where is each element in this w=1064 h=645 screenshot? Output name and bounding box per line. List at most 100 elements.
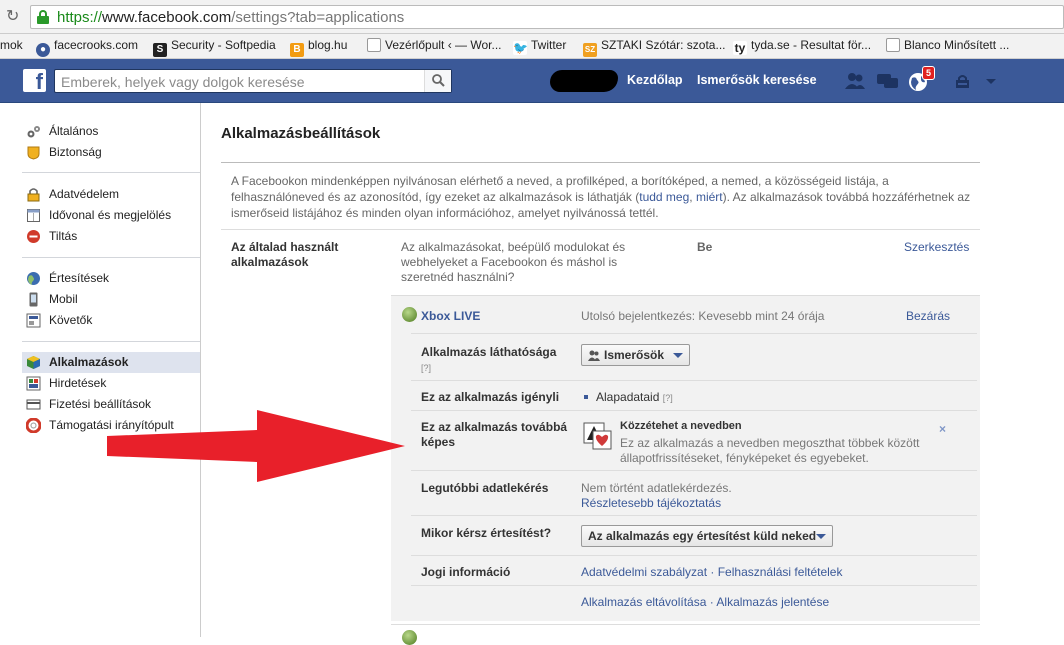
legal-label: Jogi információ <box>421 565 511 579</box>
sztaki-icon: SZ <box>583 43 597 57</box>
bookmark-label: Blanco Minősített ... <box>904 38 1010 52</box>
app-name[interactable]: Xbox LIVE <box>421 309 480 323</box>
address-bar[interactable]: https://www.facebook.com/settings?tab=ap… <box>30 5 1064 29</box>
home-link[interactable]: Kezdőlap <box>627 73 683 87</box>
edit-link[interactable]: Szerkesztés <box>904 240 969 254</box>
title-divider <box>221 162 980 163</box>
softpedia-icon: S <box>153 43 167 57</box>
search-button[interactable] <box>424 70 451 92</box>
more-info-link[interactable]: Részletesebb tájékoztatás <box>581 496 721 510</box>
bookmark-item[interactable]: ● facecrooks.com <box>36 38 138 57</box>
sidebar-divider <box>22 341 200 342</box>
sidebar-item-timeline[interactable]: Idővonal és megjelölés <box>22 205 200 226</box>
browser-toolbar: ↻ https://www.facebook.com/settings?tab=… <box>0 0 1064 34</box>
page-icon <box>886 38 900 52</box>
next-app-row[interactable] <box>391 624 980 637</box>
search-icon <box>432 74 445 87</box>
intro-separator: , <box>689 190 696 204</box>
badge-icon <box>27 146 40 160</box>
sidebar-item-label: Követők <box>49 313 93 327</box>
sidebar-divider <box>22 172 200 173</box>
intro-text: A Facebookon mindenképpen nyilvánosan el… <box>231 173 971 221</box>
sidebar-item-label: Hirdetések <box>49 376 107 390</box>
search-input[interactable]: Emberek, helyek vagy dolgok keresése <box>54 69 452 93</box>
panel-divider <box>411 380 977 381</box>
visibility-label-text: Alkalmazás láthatósága <box>421 345 557 359</box>
redacted-profile-name[interactable] <box>550 70 618 92</box>
find-friends-link[interactable]: Ismerősök keresése <box>697 73 817 87</box>
twitter-icon: 🐦 <box>513 41 528 55</box>
bookmark-item[interactable]: S Security - Softpedia <box>153 38 276 57</box>
facebook-logo[interactable]: f <box>23 69 46 92</box>
permission-title: Közzétehet a nevedben <box>620 420 742 432</box>
also-can-label: Ez az alkalmazás továbbá képes <box>421 420 568 449</box>
friend-requests-icon[interactable] <box>844 72 866 90</box>
reload-icon[interactable]: ↻ <box>6 6 19 26</box>
apps-icon <box>27 356 40 369</box>
sidebar-item-label: Biztonság <box>49 145 102 159</box>
red-arrow-shape <box>107 410 405 482</box>
legal-links[interactable]: Adatvédelmi szabályzat · Felhasználási f… <box>581 565 842 579</box>
lock-icon <box>27 188 40 202</box>
panel-divider <box>411 333 977 334</box>
bookmark-item[interactable]: ty tyda.se - Resultat för... <box>733 38 871 55</box>
rss-icon <box>26 313 41 328</box>
account-menu-caret-icon[interactable] <box>985 78 997 86</box>
ads-icon <box>26 376 41 391</box>
sidebar-item-apps[interactable]: Alkalmazások <box>22 352 200 373</box>
panel-divider <box>411 470 977 471</box>
help-link[interactable]: [?] <box>421 363 431 373</box>
bookmark-item[interactable]: 🐦 Twitter <box>513 38 566 55</box>
lock-icon <box>37 10 49 24</box>
visibility-dropdown[interactable]: Ismerősök <box>581 344 690 366</box>
privacy-shortcuts-icon[interactable] <box>955 75 973 89</box>
chevron-down-icon <box>673 353 683 358</box>
sidebar-item-ads[interactable]: Hirdetések <box>22 373 200 394</box>
search-placeholder: Emberek, helyek vagy dolgok keresése <box>61 74 305 90</box>
url-host: www.facebook.com <box>102 9 232 26</box>
app-icon <box>402 630 417 645</box>
sidebar-item-label: Idővonal és megjelölés <box>49 208 172 222</box>
bookmark-item[interactable]: Blanco Minősített ... <box>886 38 1009 52</box>
sidebar-item-privacy[interactable]: Adatvédelem <box>22 184 200 205</box>
payment-icon <box>26 399 41 410</box>
panel-divider <box>411 555 977 556</box>
bookmark-label: Security - Softpedia <box>171 38 276 52</box>
bookmark-item[interactable]: Vezérlőpult ‹ — Wor... <box>367 38 502 52</box>
page-title: Alkalmazásbeállítások <box>221 125 381 142</box>
bookmark-label: tyda.se - Resultat för... <box>751 38 872 52</box>
sidebar-item-followers[interactable]: Követők <box>22 310 200 331</box>
bookmark-item[interactable]: SZ SZTAKI Szótár: szota... <box>583 38 725 57</box>
sidebar-item-blocking[interactable]: Tiltás <box>22 226 200 247</box>
sidebar-item-security[interactable]: Biztonság <box>22 142 200 163</box>
notification-count-badge: 5 <box>922 66 936 80</box>
visibility-label: Alkalmazás láthatósága [?] <box>421 345 556 376</box>
url-text[interactable]: https://www.facebook.com/settings?tab=ap… <box>57 9 404 26</box>
bookmark-label: blog.hu <box>308 38 348 52</box>
sidebar-item-mobile[interactable]: Mobil <box>22 289 200 310</box>
page-icon <box>367 38 381 52</box>
remove-report-links[interactable]: Alkalmazás eltávolítása · Alkalmazás jel… <box>581 595 829 609</box>
sidebar-item-notifications[interactable]: Értesítések <box>22 268 200 289</box>
notification-dropdown[interactable]: Az alkalmazás egy értesítést küld neked <box>581 525 833 547</box>
requires-value: Alapadataid <box>596 390 660 404</box>
why-link[interactable]: miért <box>696 190 723 204</box>
bookmark-item[interactable]: mok <box>0 38 23 52</box>
bookmark-item[interactable]: Bblog.hu <box>290 38 347 57</box>
panel-divider <box>411 515 977 516</box>
help-link[interactable]: [?] <box>663 393 673 403</box>
messages-icon[interactable] <box>876 72 900 90</box>
remove-permission-icon[interactable]: × <box>939 422 946 436</box>
url-path: /settings?tab=applications <box>231 9 405 26</box>
learn-more-link[interactable]: tudd meg <box>639 190 689 204</box>
bookmark-label: SZTAKI Szótár: szota... <box>601 38 726 52</box>
sidebar-item-general[interactable]: Általános <box>22 121 200 142</box>
block-icon <box>27 230 40 243</box>
facecrooks-icon: ● <box>36 43 50 57</box>
section-divider <box>221 229 980 230</box>
last-request-value: Nem történt adatlekérdezés. <box>581 481 732 495</box>
timeline-icon <box>27 209 40 222</box>
bookmarks-bar: mok ● facecrooks.com S Security - Softpedi… <box>0 34 1064 59</box>
close-link[interactable]: Bezárás <box>906 309 950 323</box>
bookmark-label: mok <box>0 38 23 52</box>
